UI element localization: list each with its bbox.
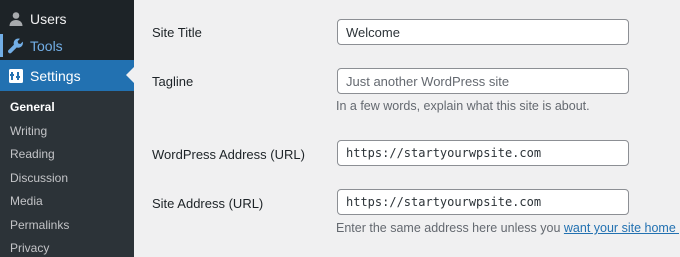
site-address-description-text: Enter the same address here unless you	[336, 221, 564, 235]
wordpress-address-input[interactable]	[337, 140, 629, 166]
submenu-item-permalinks[interactable]: Permalinks	[10, 218, 69, 232]
tagline-input[interactable]	[337, 68, 629, 94]
submenu-item-privacy[interactable]: Privacy	[10, 241, 49, 255]
sidebar-item-label: Tools	[30, 37, 63, 54]
submenu-item-media[interactable]: Media	[10, 194, 43, 208]
site-address-input[interactable]	[337, 189, 629, 215]
user-icon	[8, 11, 24, 27]
settings-submenu: General Writing Reading Discussion Media…	[0, 91, 134, 257]
tagline-label: Tagline	[152, 74, 194, 89]
sidebar-item-tools[interactable]: Tools	[0, 32, 134, 59]
site-title-input[interactable]	[337, 19, 629, 45]
submenu-item-reading[interactable]: Reading	[10, 147, 55, 161]
settings-icon	[8, 68, 24, 84]
sidebar-item-label: Settings	[30, 67, 81, 84]
sidebar-item-label: Users	[30, 10, 67, 27]
sidebar-item-users[interactable]: Users	[0, 5, 134, 32]
admin-sidebar: Users Tools Settings General Writing Rea…	[0, 0, 134, 257]
submenu-item-discussion[interactable]: Discussion	[10, 171, 68, 185]
site-address-description: Enter the same address here unless you w…	[336, 220, 680, 236]
home-page-link[interactable]: want your site home page	[564, 221, 680, 235]
wrench-icon	[8, 38, 24, 54]
submenu-item-writing[interactable]: Writing	[10, 124, 47, 138]
wordpress-address-label: WordPress Address (URL)	[152, 147, 305, 162]
current-menu-arrow	[126, 67, 134, 83]
tagline-description: In a few words, explain what this site i…	[336, 99, 590, 113]
site-title-label: Site Title	[152, 25, 202, 40]
settings-page: Users Tools Settings General Writing Rea…	[0, 0, 680, 257]
site-address-label: Site Address (URL)	[152, 196, 264, 211]
submenu-item-general[interactable]: General	[10, 100, 55, 114]
sidebar-item-settings[interactable]: Settings	[0, 60, 134, 91]
